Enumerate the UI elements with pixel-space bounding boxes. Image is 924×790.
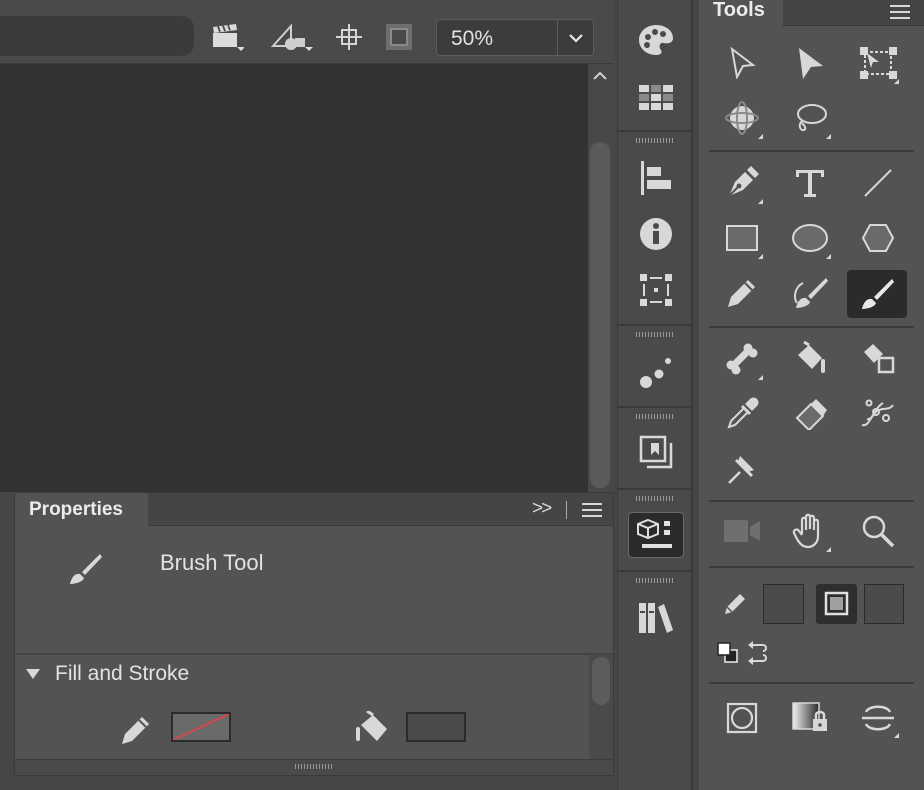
selection-tool-icon[interactable] bbox=[719, 40, 765, 86]
stage-scroll-thumb[interactable] bbox=[590, 142, 610, 488]
zoom-value[interactable]: 50% bbox=[451, 27, 493, 51]
lock-fill-gradient-icon[interactable] bbox=[787, 696, 833, 740]
tools-panel: Tools bbox=[699, 0, 924, 790]
oval-tool-icon[interactable] bbox=[787, 215, 833, 261]
scene-selector[interactable] bbox=[0, 16, 194, 56]
zoom-divider bbox=[557, 20, 558, 55]
brush-tool-icon bbox=[65, 549, 105, 589]
clapperboard-icon[interactable] bbox=[204, 20, 250, 54]
eyedropper-tool-icon[interactable] bbox=[719, 391, 765, 437]
3d-rotation-tool-icon[interactable] bbox=[719, 95, 765, 141]
paint-brush-tool-icon[interactable] bbox=[787, 270, 833, 316]
tab-divider bbox=[566, 501, 567, 519]
transform-icon[interactable] bbox=[636, 270, 676, 310]
swap-colors-icon[interactable] bbox=[743, 640, 773, 666]
tools-tab-label: Tools bbox=[713, 0, 765, 21]
section-title: Fill and Stroke bbox=[55, 662, 190, 685]
stroke-color-well[interactable] bbox=[763, 584, 804, 624]
scroll-up-arrow-icon[interactable] bbox=[588, 66, 612, 86]
object-drawing-mode-button[interactable] bbox=[816, 584, 857, 624]
fill-stroke-section-header[interactable]: Fill and Stroke bbox=[15, 656, 589, 692]
polystar-tool-icon[interactable] bbox=[855, 215, 901, 261]
align-icon[interactable] bbox=[636, 158, 676, 198]
subselection-tool-icon[interactable] bbox=[787, 40, 833, 86]
properties-panel: Properties >> Brush Tool Fill and Stroke bbox=[14, 492, 614, 776]
stroke-color-pencil-icon[interactable] bbox=[721, 588, 751, 618]
info-icon[interactable] bbox=[636, 214, 676, 254]
section-divider bbox=[15, 653, 613, 655]
pen-tool-icon[interactable] bbox=[719, 160, 765, 206]
expand-panel-button[interactable]: >> bbox=[532, 498, 552, 520]
collapse-triangle-icon[interactable] bbox=[23, 664, 43, 684]
library-icon[interactable] bbox=[636, 598, 676, 638]
frame-picker-icon[interactable] bbox=[636, 432, 676, 472]
fill-color-well[interactable] bbox=[864, 584, 904, 624]
zoom-tool-icon[interactable] bbox=[855, 508, 901, 554]
stage-canvas[interactable] bbox=[0, 64, 588, 492]
ink-bottle-tool-icon[interactable] bbox=[855, 336, 901, 382]
pencil-tool-icon[interactable] bbox=[719, 270, 765, 316]
stage-toolbar: 50% bbox=[0, 0, 614, 64]
assets-panel-icon[interactable] bbox=[628, 512, 684, 558]
swatches-icon[interactable] bbox=[636, 78, 676, 118]
motion-presets-icon[interactable] bbox=[636, 352, 676, 392]
lasso-tool-icon[interactable] bbox=[787, 95, 833, 141]
paint-bucket-tool-icon[interactable] bbox=[787, 336, 833, 382]
width-tool-icon[interactable] bbox=[855, 391, 901, 437]
rectangle-tool-icon[interactable] bbox=[719, 215, 765, 261]
zoom-dropdown-chevron-icon[interactable] bbox=[559, 20, 593, 55]
zoom-dropdown[interactable]: 50% bbox=[436, 19, 594, 56]
smooth-straighten-icon[interactable] bbox=[855, 696, 901, 740]
color-palette-icon[interactable] bbox=[636, 20, 676, 60]
camera-tool-icon[interactable] bbox=[719, 508, 765, 554]
snap-to-objects-icon[interactable] bbox=[719, 696, 765, 740]
clip-stage-icon[interactable] bbox=[382, 20, 416, 54]
tools-tab[interactable]: Tools bbox=[699, 0, 783, 27]
panel-resize-handle[interactable] bbox=[15, 759, 613, 775]
asset-warp-tool-icon[interactable] bbox=[719, 446, 765, 492]
free-transform-tool-icon[interactable] bbox=[855, 40, 901, 86]
eraser-tool-icon[interactable] bbox=[787, 391, 833, 437]
current-tool-name: Brush Tool bbox=[160, 550, 264, 575]
properties-tab-label: Properties bbox=[29, 499, 123, 520]
icon-dock bbox=[617, 0, 693, 790]
fill-bucket-icon bbox=[353, 709, 395, 751]
stage-vertical-scrollbar[interactable] bbox=[588, 64, 614, 492]
default-colors-icon[interactable] bbox=[715, 640, 741, 666]
line-tool-icon[interactable] bbox=[855, 160, 901, 206]
brush-tool-active-icon[interactable] bbox=[847, 270, 907, 318]
properties-scroll-thumb[interactable] bbox=[592, 657, 610, 705]
bone-tool-icon[interactable] bbox=[719, 336, 765, 382]
hand-tool-icon[interactable] bbox=[787, 508, 833, 554]
center-stage-icon[interactable] bbox=[332, 20, 366, 54]
symbol-edit-icon[interactable] bbox=[266, 20, 316, 56]
tools-menu-icon[interactable] bbox=[888, 2, 912, 22]
panel-menu-icon[interactable] bbox=[580, 499, 604, 521]
fill-color-swatch[interactable] bbox=[406, 712, 466, 742]
stroke-pencil-icon bbox=[115, 711, 155, 751]
properties-scrollbar[interactable] bbox=[589, 655, 613, 759]
stroke-color-swatch[interactable] bbox=[171, 712, 231, 742]
text-tool-icon[interactable] bbox=[787, 160, 833, 206]
properties-tab[interactable]: Properties bbox=[15, 493, 148, 527]
